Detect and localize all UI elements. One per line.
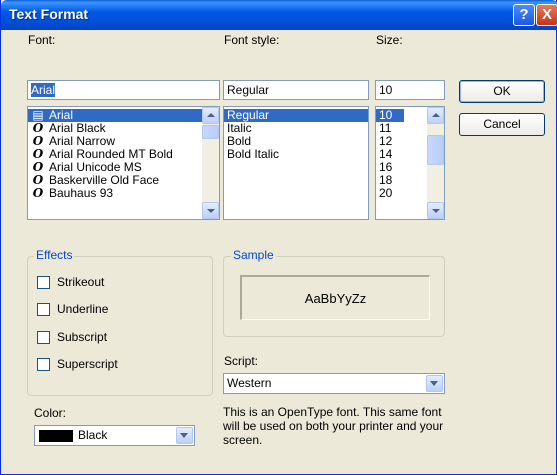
strikeout-checkbox[interactable]	[37, 276, 50, 289]
scroll-down-icon[interactable]	[427, 202, 444, 219]
font-input[interactable]: Arial	[27, 80, 220, 100]
list-item[interactable]: Bold Italic	[224, 148, 368, 161]
list-item[interactable]: O Bauhaus 93	[28, 187, 219, 200]
superscript-checkbox[interactable]	[37, 358, 50, 371]
scroll-thumb[interactable]	[202, 125, 219, 139]
scroll-up-icon[interactable]	[427, 107, 444, 124]
window-title: Text Format	[9, 6, 89, 22]
effects-group	[27, 256, 213, 396]
font-label: Font:	[28, 33, 56, 47]
script-select[interactable]: Western	[223, 373, 445, 394]
chevron-down-icon[interactable]	[426, 375, 443, 392]
font-style-label: Font style:	[224, 33, 280, 47]
size-list[interactable]: 10 11 12 14 16 18 20	[375, 106, 445, 220]
size-label: Size:	[376, 33, 403, 47]
effects-title: Effects	[34, 248, 75, 262]
underline-label[interactable]: Underline	[57, 302, 108, 316]
subscript-label[interactable]: Subscript	[57, 330, 107, 344]
chevron-down-icon[interactable]	[176, 427, 193, 444]
font-description: This is an OpenType font. This same font…	[223, 405, 444, 447]
help-button[interactable]: ?	[513, 4, 535, 26]
font-list-scrollbar[interactable]	[202, 107, 219, 219]
opentype-font-icon: O	[32, 186, 44, 200]
font-input-value: Arial	[31, 83, 56, 97]
close-icon: X	[541, 6, 552, 23]
color-swatch	[39, 430, 73, 442]
sample-text: AaBbYyZz	[304, 290, 367, 306]
strikeout-label[interactable]: Strikeout	[57, 275, 104, 289]
title-bar: Text Format ? X	[1, 0, 557, 30]
help-icon: ?	[519, 6, 529, 23]
color-value: Black	[78, 428, 108, 442]
scroll-down-icon[interactable]	[202, 202, 219, 219]
color-select[interactable]: Black	[34, 425, 195, 446]
superscript-label[interactable]: Superscript	[57, 357, 118, 371]
script-label: Script:	[224, 354, 259, 368]
sample-title: Sample	[231, 248, 276, 262]
close-button[interactable]: X	[536, 4, 557, 26]
scroll-up-icon[interactable]	[202, 107, 219, 124]
cancel-button[interactable]: Cancel	[459, 113, 545, 136]
ok-button[interactable]: OK	[459, 80, 545, 103]
underline-checkbox[interactable]	[37, 303, 50, 316]
color-label: Color:	[34, 406, 67, 420]
size-input-value: 10	[379, 83, 393, 97]
subscript-checkbox[interactable]	[37, 331, 50, 344]
font-style-input-value: Regular	[227, 83, 270, 97]
scroll-thumb[interactable]	[427, 135, 444, 165]
font-style-list[interactable]: Regular Italic Bold Bold Italic	[223, 106, 369, 220]
font-style-input[interactable]: Regular	[223, 80, 369, 100]
text-format-dialog: Text Format ? X Font: Arial ▤ Arial O Ar…	[0, 0, 557, 475]
size-input[interactable]: 10	[375, 80, 445, 100]
script-value: Western	[227, 376, 272, 390]
size-list-scrollbar[interactable]	[427, 107, 444, 219]
font-list[interactable]: ▤ Arial O Arial Black O Arial Narrow O A…	[27, 106, 220, 220]
sample-preview: AaBbYyZz	[240, 275, 430, 320]
